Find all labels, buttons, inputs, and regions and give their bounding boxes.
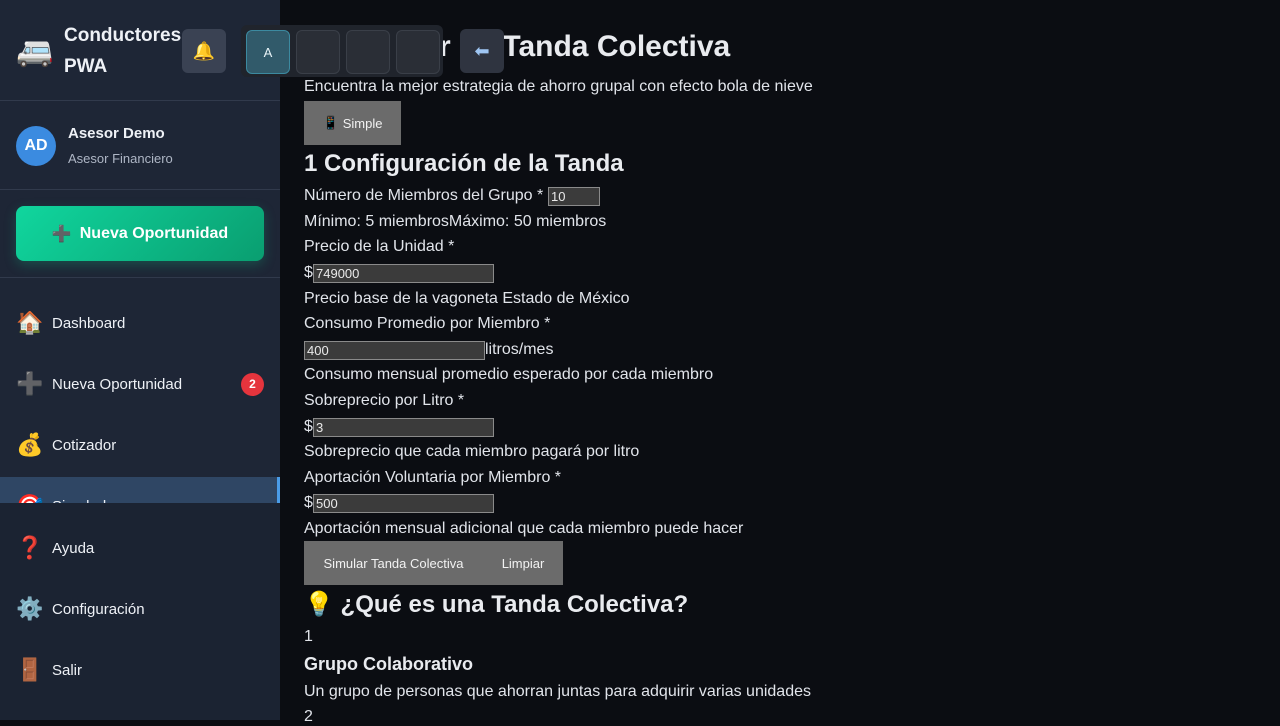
user-role: Asesor Financiero (68, 151, 173, 166)
sidebar-item-salir[interactable]: 🚪 Salir (0, 641, 280, 699)
currency-prefix: $ (304, 494, 313, 511)
sidebar-item-nueva-oportunidad[interactable]: ➕ Nueva Oportunidad 2 (0, 355, 280, 413)
page-subtitle: Encuentra la mejor estrategia de ahorro … (304, 78, 813, 95)
avatar: AD (16, 126, 56, 166)
mode-button-label: Simple (342, 115, 383, 131)
home-icon: 🏠 (16, 310, 44, 335)
members-input[interactable] (548, 187, 600, 206)
van-icon: 🚐 (16, 35, 54, 68)
clear-button[interactable]: Limpiar (483, 541, 563, 585)
door-icon: 🚪 (16, 657, 44, 682)
toolbar-button-4[interactable] (396, 30, 440, 74)
arrow-left-icon: ⬅ (474, 40, 490, 61)
step-number: 2 (304, 708, 313, 725)
font-size-button[interactable]: A (246, 30, 290, 74)
help-icon: ❓ (16, 535, 44, 560)
surcharge-input[interactable] (313, 418, 494, 437)
new-opportunity-button[interactable]: ➕ Nueva Oportunidad (16, 206, 264, 261)
currency-prefix: $ (304, 418, 313, 435)
sidebar-item-label: Configuración (52, 600, 145, 618)
currency-prefix: $ (304, 264, 313, 281)
consumption-unit: litros/mes (485, 341, 554, 358)
mode-simple-button[interactable]: 📱 Simple (304, 101, 401, 145)
sidebar-item-label: Salir (52, 661, 83, 679)
surcharge-label: Sobreprecio por Litro * (304, 392, 465, 409)
contribution-label: Aportación Voluntaria por Miembro * (304, 469, 562, 486)
sidebar-item-cotizador[interactable]: 💰 Cotizador (0, 416, 280, 474)
consumption-label: Consumo Promedio por Miembro * (304, 315, 551, 332)
contribution-input[interactable] (313, 494, 494, 513)
info-section-title: 💡 ¿Qué es una Tanda Colectiva? (304, 591, 689, 618)
config-section-title: 1 Configuración de la Tanda (304, 150, 624, 177)
main-content: Simulador de Tanda Colectiva Encuentra l… (304, 0, 1264, 725)
sidebar-item-dashboard[interactable]: 🏠 Dashboard (0, 294, 280, 352)
surcharge-hint: Sobreprecio que cada miembro pagará por … (304, 443, 640, 460)
toolbar-button-2[interactable] (296, 30, 340, 74)
sidebar-item-configuracion[interactable]: ⚙️ Configuración (0, 580, 280, 638)
new-opportunity-label: Nueva Oportunidad (79, 224, 229, 242)
plus-icon: ➕ (16, 371, 44, 396)
notifications-button[interactable]: 🔔 (182, 29, 226, 73)
notification-badge: 2 (241, 372, 264, 396)
bell-icon: 🔔 (192, 40, 216, 61)
step-title: Grupo Colaborativo (304, 654, 474, 674)
consumption-hint: Consumo mensual promedio esperado por ca… (304, 366, 714, 383)
unit-price-hint: Precio base de la vagoneta Estado de Méx… (304, 290, 630, 307)
sidebar-item-label: Dashboard (52, 314, 126, 332)
sidebar-item-label: Cotizador (52, 436, 117, 454)
sidebar-item-ayuda[interactable]: ❓ Ayuda (0, 519, 280, 577)
members-label: Número de Miembros del Grupo * (304, 187, 544, 204)
unit-price-input[interactable] (313, 264, 494, 283)
gear-icon: ⚙️ (16, 596, 44, 621)
step-number: 1 (304, 628, 313, 645)
toolbar-button-3[interactable] (346, 30, 390, 74)
money-bag-icon: 💰 (16, 432, 44, 457)
sidebar-item-label: Nueva Oportunidad (52, 375, 183, 393)
user-name: Asesor Demo (68, 125, 165, 142)
back-button[interactable]: ⬅ (460, 29, 504, 73)
new-opportunity-section: ➕ Nueva Oportunidad (0, 190, 280, 278)
simulate-button[interactable]: Simular Tanda Colectiva (304, 541, 483, 585)
unit-price-label: Precio de la Unidad * (304, 238, 455, 255)
consumption-input[interactable] (304, 341, 485, 360)
brand-title: Conductores PWA (64, 25, 182, 77)
sidebar-bottom-nav: ❓ Ayuda ⚙️ Configuración 🚪 Salir (0, 503, 280, 720)
user-profile: AD Asesor Demo Asesor Financiero (0, 101, 280, 190)
members-hint: Mínimo: 5 miembrosMáximo: 50 miembros (304, 213, 607, 230)
phone-icon: 📱 (322, 115, 339, 130)
sidebar-item-label: Ayuda (52, 539, 95, 557)
contribution-hint: Aportación mensual adicional que cada mi… (304, 520, 744, 537)
brand-header: 🚐 Conductores PWA 🔔 (0, 0, 280, 101)
step-description: Un grupo de personas que ahorran juntas … (304, 683, 811, 700)
plus-icon: ➕ (51, 225, 72, 243)
sidebar: 🚐 Conductores PWA 🔔 AD Asesor Demo Aseso… (0, 0, 280, 720)
